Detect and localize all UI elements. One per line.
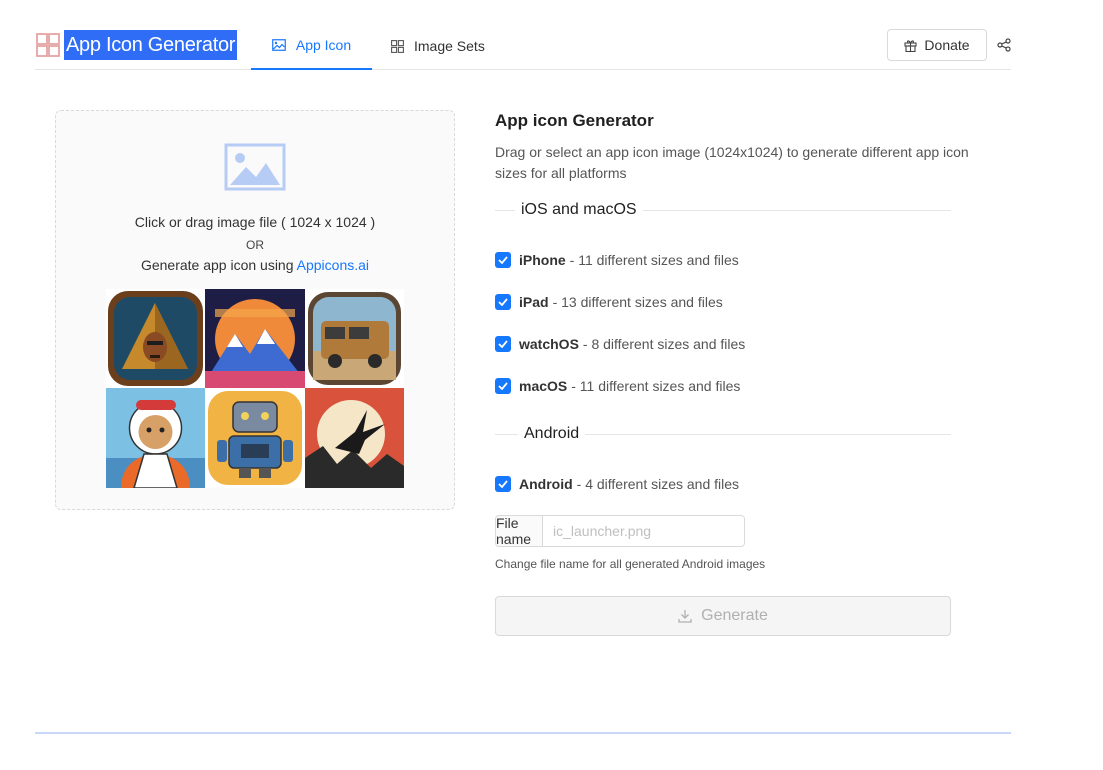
option-detail: - 8 different sizes and files [582, 336, 746, 352]
generate-label: Generate [701, 607, 768, 624]
grid-logo-icon [36, 33, 60, 57]
download-icon [678, 610, 692, 623]
checkbox-watchos[interactable]: watchOS - 8 different sizes and files [495, 336, 745, 352]
image-icon [224, 143, 286, 191]
grid-icon [391, 39, 404, 53]
option-detail: - 11 different sizes and files [571, 378, 741, 394]
sample-icons-grid [106, 289, 404, 488]
header: App Icon Generator App Icon Image Sets D… [35, 22, 1011, 70]
sample-icon-sunset [205, 289, 305, 388]
section-android-title: Android [524, 425, 580, 442]
generate-with-ai-text: Generate app icon using Appicons.ai [56, 257, 454, 273]
option-name: Android [519, 476, 573, 492]
checkbox-checked-icon[interactable] [495, 476, 511, 492]
donate-label: Donate [924, 37, 970, 53]
option-detail: - 4 different sizes and files [576, 476, 740, 492]
image-dropzone[interactable]: Click or drag image file ( 1024 x 1024 )… [55, 110, 455, 510]
option-name: iPad [519, 294, 549, 310]
sample-icon-van [305, 289, 404, 388]
section-ios-macos: iOS and macOS [495, 200, 951, 220]
dropzone-or: OR [246, 238, 264, 252]
checkbox-checked-icon[interactable] [495, 378, 511, 394]
sample-icon-pyramid [106, 289, 205, 388]
file-name-input[interactable] [543, 516, 744, 546]
app-title: App Icon Generator [64, 30, 238, 60]
share-icon[interactable] [997, 38, 1011, 52]
appicons-ai-link[interactable]: Appicons.ai [297, 257, 369, 273]
panel-title: App icon Generator [495, 111, 654, 130]
generate-button[interactable]: Generate [495, 596, 951, 636]
sample-icon-character [106, 388, 205, 488]
checkbox-macos[interactable]: macOS - 11 different sizes and files [495, 378, 740, 394]
file-name-label: File name [496, 516, 543, 546]
logo[interactable]: App Icon Generator [35, 30, 238, 60]
footer-divider [35, 732, 1011, 734]
checkbox-iphone[interactable]: iPhone - 11 different sizes and files [495, 252, 739, 268]
generate-prefix: Generate app icon using [140, 257, 294, 273]
checkbox-android[interactable]: Android - 4 different sizes and files [495, 476, 739, 492]
file-name-field: File name [495, 515, 745, 547]
checkbox-checked-icon[interactable] [495, 336, 511, 352]
tab-app-icon[interactable]: App Icon [251, 22, 372, 70]
settings-panel: App icon Generator Drag or select an app… [495, 110, 969, 636]
sample-icon-robot [205, 388, 305, 488]
checkbox-checked-icon[interactable] [495, 294, 511, 310]
section-android: Android [495, 424, 951, 444]
dropzone-hint: Click or drag image file ( 1024 x 1024 ) [134, 214, 376, 230]
checkbox-ipad[interactable]: iPad - 13 different sizes and files [495, 294, 723, 310]
section-ios-macos-title: iOS and macOS [521, 201, 637, 218]
checkbox-checked-icon[interactable] [495, 252, 511, 268]
option-name: iPhone [519, 252, 566, 268]
tab-image-sets-label: Image Sets [414, 38, 485, 54]
donate-button[interactable]: Donate [887, 29, 987, 61]
panel-description: Drag or select an app icon image (1024x1… [495, 144, 969, 181]
file-name-help: Change file name for all generated Andro… [495, 557, 766, 571]
option-name: macOS [519, 378, 568, 394]
image-icon [272, 39, 286, 51]
tab-image-sets[interactable]: Image Sets [391, 22, 485, 70]
option-detail: - 13 different sizes and files [552, 294, 723, 310]
gift-icon [904, 39, 917, 52]
sample-icon-eagle [305, 388, 404, 488]
tab-app-icon-label: App Icon [295, 37, 352, 53]
option-detail: - 11 different sizes and files [569, 252, 739, 268]
option-name: watchOS [519, 336, 579, 352]
